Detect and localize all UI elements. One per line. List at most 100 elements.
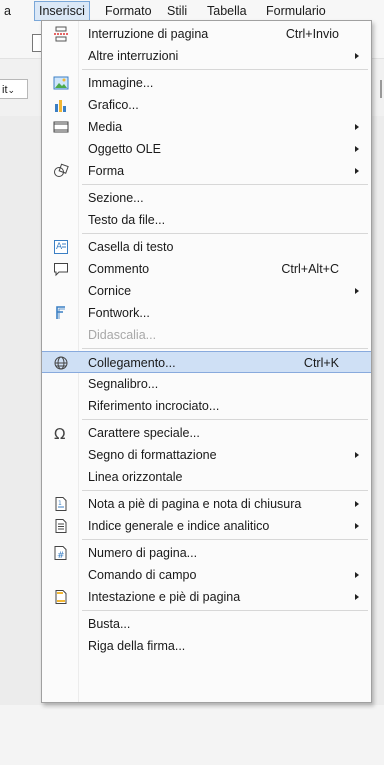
submenu-arrow-icon — [355, 523, 359, 529]
menu-item-grafico[interactable]: Grafico... — [42, 94, 371, 116]
menu-item-media[interactable]: Media — [42, 116, 371, 138]
menu-separator — [82, 233, 368, 234]
menu-item-cornice[interactable]: Cornice — [42, 280, 371, 302]
menu-item-formulario[interactable]: Formulario — [262, 3, 330, 19]
fontwork-icon — [53, 305, 69, 321]
chart-icon — [53, 97, 69, 113]
menu-separator — [82, 539, 368, 540]
menu-item-label: Carattere speciale... — [88, 426, 200, 440]
menu-item-numero-di-pagina[interactable]: # Numero di pagina... — [42, 542, 371, 564]
submenu-arrow-icon — [355, 594, 359, 600]
menu-item-label: Numero di pagina... — [88, 546, 198, 560]
menu-item-sezione[interactable]: Sezione... — [42, 187, 371, 209]
menu-item-segnalibro[interactable]: Segnalibro... — [42, 373, 371, 395]
menu-item-label: Intestazione e piè di pagina — [88, 590, 241, 604]
menu-item-label: Altre interruzioni — [88, 49, 179, 63]
menu-item-label: Collegamento... — [88, 356, 176, 370]
menu-separator — [82, 348, 368, 349]
menu-item-label: Busta... — [88, 617, 131, 631]
menu-item-stili[interactable]: Stili — [163, 3, 191, 19]
menu-item-tabella[interactable]: Tabella — [203, 3, 251, 19]
comment-icon — [53, 261, 69, 277]
menu-item-collegamento[interactable]: Collegamento... Ctrl+K — [42, 351, 371, 373]
menu-item-label: Oggetto OLE — [88, 142, 161, 156]
menu-item-label: Grafico... — [88, 98, 139, 112]
menu-item-didascalia: Didascalia... — [42, 324, 371, 346]
submenu-arrow-icon — [355, 452, 359, 458]
submenu-arrow-icon — [355, 168, 359, 174]
menu-item-label: Linea orizzontale — [88, 470, 183, 484]
omega-icon: Ω — [53, 425, 69, 443]
menu-bar: a Inserisci Formato Stili Tabella Formul… — [0, 0, 384, 22]
header-footer-icon — [53, 589, 69, 605]
footnote-icon: 1 — [53, 496, 69, 512]
menu-separator — [82, 184, 368, 185]
menu-item-label: Segno di formattazione — [88, 448, 217, 462]
menu-item-label: Fontwork... — [88, 306, 150, 320]
menu-item-previous[interactable]: a — [0, 3, 15, 19]
menu-item-busta[interactable]: Busta... — [42, 613, 371, 635]
submenu-arrow-icon — [355, 288, 359, 294]
menu-item-commento[interactable]: Commento Ctrl+Alt+C — [42, 258, 371, 280]
menu-item-label: Segnalibro... — [88, 377, 159, 391]
menu-item-riferimento-incrociato[interactable]: Riferimento incrociato... — [42, 395, 371, 417]
menu-item-fontwork[interactable]: Fontwork... — [42, 302, 371, 324]
text-box-icon: A — [53, 239, 69, 255]
menu-item-comando-di-campo[interactable]: Comando di campo — [42, 564, 371, 586]
menu-item-linea-orizzontale[interactable]: Linea orizzontale — [42, 466, 371, 488]
menu-item-label: Sezione... — [88, 191, 144, 205]
menu-item-label: Riferimento incrociato... — [88, 399, 220, 413]
menu-item-casella-di-testo[interactable]: A Casella di testo — [42, 236, 371, 258]
menu-item-label: Immagine... — [88, 76, 154, 90]
svg-text:1: 1 — [58, 500, 62, 507]
menu-item-label: Casella di testo — [88, 240, 174, 254]
menu-item-riga-della-firma[interactable]: Riga della firma... — [42, 635, 371, 657]
shape-icon — [53, 163, 69, 179]
menu-item-forma[interactable]: Forma — [42, 160, 371, 182]
menu-separator — [82, 490, 368, 491]
menu-item-altre-interruzioni[interactable]: Altre interruzioni — [42, 45, 371, 67]
menu-item-label: Indice generale e indice analitico — [88, 519, 270, 533]
menu-item-shortcut: Ctrl+Invio — [285, 27, 339, 41]
index-icon — [53, 518, 69, 534]
menu-item-immagine[interactable]: Immagine... — [42, 72, 371, 94]
hyperlink-icon — [53, 355, 69, 371]
submenu-arrow-icon — [355, 572, 359, 578]
menu-item-oggetto-ole[interactable]: Oggetto OLE — [42, 138, 371, 160]
toolbar-separator — [380, 80, 382, 98]
media-icon — [53, 119, 69, 135]
menu-item-testo-da-file[interactable]: Testo da file... — [42, 209, 371, 231]
menu-separator — [82, 69, 368, 70]
menu-item-label: Forma — [88, 164, 125, 178]
menu-item-intestazione-e-piè-di-pagina[interactable]: Intestazione e piè di pagina — [42, 586, 371, 608]
menu-separator — [82, 419, 368, 420]
menu-item-interruzione-di-pagina[interactable]: Interruzione di pagina Ctrl+Invio — [42, 23, 371, 45]
menu-item-carattere-speciale[interactable]: Ω Carattere speciale... — [42, 422, 371, 444]
menu-item-formato[interactable]: Formato — [101, 3, 156, 19]
menu-item-label: Interruzione di pagina — [88, 27, 209, 41]
menu-item-inserisci[interactable]: Inserisci — [34, 1, 90, 21]
menu-item-label: Media — [88, 120, 123, 134]
menu-item-indice-generale-e-indice-analitico[interactable]: Indice generale e indice analitico — [42, 515, 371, 537]
svg-text:#: # — [57, 551, 65, 561]
menu-item-label: Comando di campo — [88, 568, 197, 582]
menu-item-segno-di-formattazione[interactable]: Segno di formattazione — [42, 444, 371, 466]
menu-separator — [82, 610, 368, 611]
menu-item-shortcut: Ctrl+K — [303, 356, 339, 370]
submenu-arrow-icon — [355, 124, 359, 130]
menu-item-label: Testo da file... — [88, 213, 166, 227]
menu-item-label: Didascalia... — [88, 328, 157, 342]
submenu-arrow-icon — [355, 146, 359, 152]
menu-item-label: Cornice — [88, 284, 132, 298]
menu-item-shortcut: Ctrl+Alt+C — [281, 262, 339, 276]
inserisci-dropdown-menu: Interruzione di pagina Ctrl+Invio Altre in… — [41, 20, 372, 703]
menu-item-nota-a-piè-di-pagina-e-nota-di-chiusura[interactable]: 1 Nota a piè di pagina e nota di chiusura — [42, 493, 371, 515]
menu-item-label: Riga della firma... — [88, 639, 186, 653]
svg-text:A: A — [56, 242, 63, 252]
submenu-arrow-icon — [355, 53, 359, 59]
menu-item-label: Commento — [88, 262, 150, 276]
submenu-arrow-icon — [355, 501, 359, 507]
style-dropdown[interactable]: it⌄ — [0, 79, 28, 99]
svg-text:Ω: Ω — [54, 425, 65, 441]
page-number-icon: # — [53, 545, 69, 561]
